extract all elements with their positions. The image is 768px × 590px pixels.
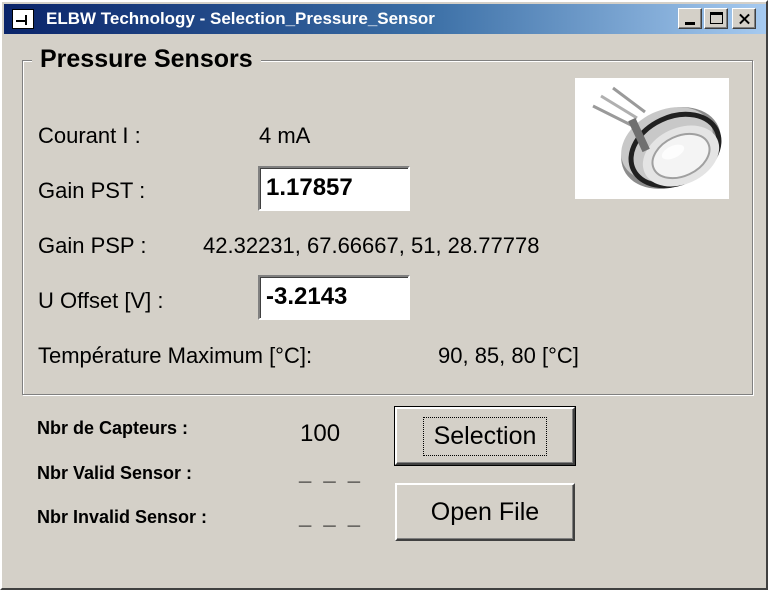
nbr-valid-value: _ _ _ <box>299 460 363 485</box>
u-offset-label: U Offset [V] : <box>38 288 164 313</box>
nbr-invalid-label: Nbr Invalid Sensor : <box>37 507 208 527</box>
open-file-button[interactable]: Open File <box>395 483 575 541</box>
gain-pst-field[interactable]: 1.17857 <box>258 166 410 211</box>
gain-psp-values: 42.32231, 67.66667, 51, 28.77778 <box>203 233 540 258</box>
temperature-label: Température Maximum [°C]: <box>38 343 313 368</box>
gain-psp-label: Gain PSP : <box>38 233 147 258</box>
main-window: ELBW Technology - Selection_Pressure_Sen… <box>0 0 768 590</box>
nbr-capteurs-value: 100 <box>300 420 341 447</box>
open-file-button-label: Open File <box>430 497 540 526</box>
temperature-values: 90, 85, 80 [°C] <box>438 343 579 368</box>
close-icon <box>733 9 755 28</box>
app-icon[interactable] <box>12 9 34 29</box>
nbr-valid-label: Nbr Valid Sensor : <box>37 463 193 483</box>
courant-value: 4 mA <box>259 123 311 148</box>
maximize-icon <box>710 12 723 24</box>
selection-button[interactable]: Selection <box>394 406 576 466</box>
window-controls <box>678 8 756 29</box>
title-bar[interactable]: ELBW Technology - Selection_Pressure_Sen… <box>4 4 766 34</box>
pressure-sensor-image <box>575 78 729 199</box>
minimize-button[interactable] <box>678 8 702 29</box>
minimize-icon <box>685 22 695 25</box>
courant-label: Courant I : <box>38 123 141 148</box>
close-button[interactable] <box>732 8 756 29</box>
group-title: Pressure Sensors <box>32 45 261 74</box>
u-offset-field[interactable]: -3.2143 <box>258 275 410 320</box>
window-title: ELBW Technology - Selection_Pressure_Sen… <box>46 9 435 28</box>
nbr-invalid-value: _ _ _ <box>299 504 363 529</box>
gain-pst-label: Gain PST : <box>38 178 146 203</box>
nbr-capteurs-label: Nbr de Capteurs : <box>37 418 189 438</box>
maximize-button[interactable] <box>704 8 728 29</box>
selection-button-label: Selection <box>422 416 548 456</box>
